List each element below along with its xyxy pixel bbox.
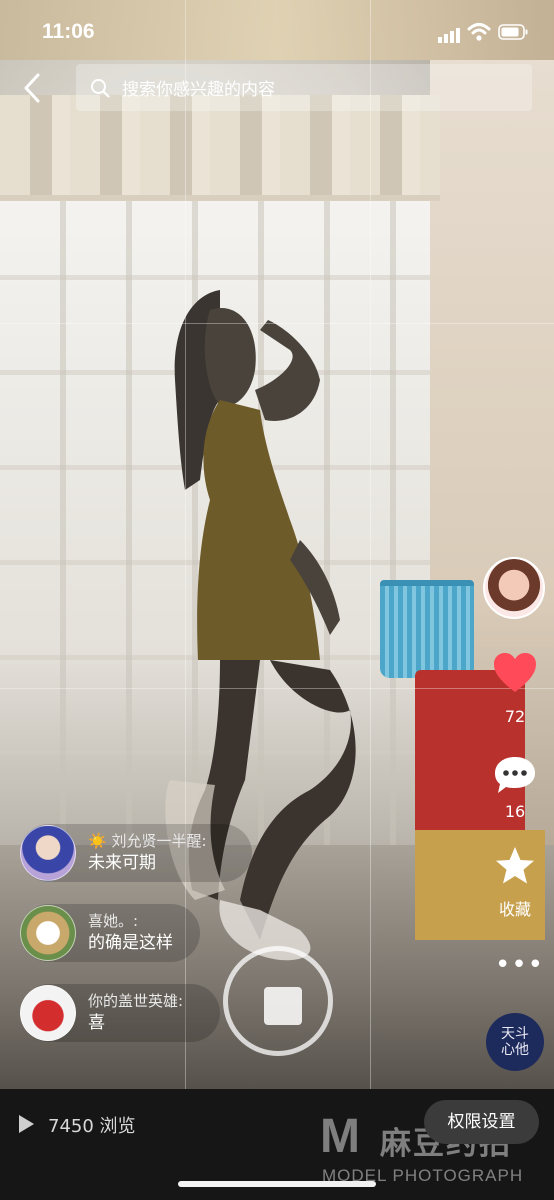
home-indicator — [178, 1181, 376, 1187]
search-placeholder: 搜索你感兴趣的内容 — [122, 80, 275, 100]
search-bar[interactable]: 搜索你感兴趣的内容 — [76, 64, 532, 111]
comment-item[interactable]: 你的盖世英雄: 喜 — [20, 984, 220, 1042]
stop-icon — [264, 987, 302, 1025]
view-count: 7450 浏览 — [48, 1116, 136, 1137]
music-disc[interactable]: 天斗 心他 — [486, 1013, 544, 1071]
video-screen[interactable]: 11:06 搜索你感兴趣的内容 72 16 收藏 ••• 天斗 心他 ☀️ 刘允… — [0, 0, 554, 1200]
music-disc-label: 天斗 心他 — [501, 1026, 529, 1058]
commenter-name: 你的盖世英雄: — [88, 992, 184, 1010]
comment-text: ☀️ 刘允贤一半醒: 未来可期 — [88, 831, 207, 875]
search-icon — [91, 78, 110, 98]
grid-line — [0, 323, 554, 324]
permission-settings-button[interactable]: 权限设置 — [424, 1100, 539, 1144]
like-heart-icon[interactable] — [492, 652, 538, 694]
status-time: 11:06 — [42, 20, 95, 43]
basket — [380, 580, 474, 678]
back-button[interactable] — [18, 70, 48, 106]
comment-body: 未来可期 — [88, 853, 156, 873]
comment-item[interactable]: ☀️ 刘允贤一半醒: 未来可期 — [20, 824, 252, 882]
commenter-avatar — [20, 825, 76, 881]
comment-count: 16 — [504, 802, 526, 821]
comment-text: 你的盖世英雄: 喜 — [88, 991, 183, 1035]
cellular-signal-icon — [438, 28, 460, 43]
commenter-avatar — [20, 905, 76, 961]
commenter-avatar — [20, 985, 76, 1041]
watermark-letter: M — [320, 1110, 360, 1163]
author-avatar[interactable] — [483, 557, 545, 619]
status-bar: 11:06 — [0, 0, 554, 64]
more-options-button[interactable]: ••• — [495, 952, 543, 978]
comment-item[interactable]: 喜她。: 的确是这样 — [20, 904, 200, 962]
wifi-icon — [467, 23, 491, 41]
comment-body: 的确是这样 — [88, 933, 173, 953]
commenter-name: ☀️ 刘允贤一半醒: — [88, 832, 207, 850]
record-button[interactable] — [223, 946, 333, 1056]
favorite-label: 收藏 — [498, 900, 531, 919]
grid-line — [0, 688, 554, 689]
grid-line — [370, 0, 371, 1090]
comment-icon[interactable] — [493, 755, 537, 795]
commenter-name: 喜她。: — [88, 912, 139, 930]
like-count: 72 — [504, 707, 526, 726]
play-icon — [19, 1115, 34, 1133]
battery-icon — [498, 24, 528, 40]
comment-body: 喜 — [88, 1013, 105, 1033]
favorite-star-icon[interactable] — [493, 845, 537, 887]
comment-text: 喜她。: 的确是这样 — [88, 911, 173, 955]
